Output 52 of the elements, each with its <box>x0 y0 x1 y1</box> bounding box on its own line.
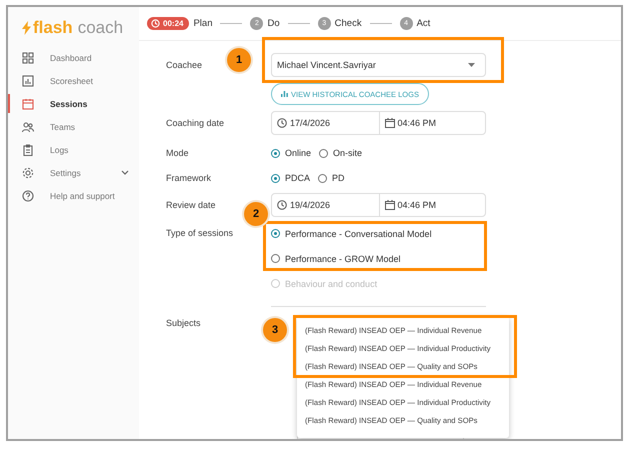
step-label: Plan <box>193 18 212 29</box>
time-value: 04:46 PM <box>398 118 436 128</box>
sidebar-item[interactable]: Scoresheet <box>8 69 139 92</box>
date-value: 19/4/2026 <box>290 200 330 210</box>
clock-icon <box>277 200 287 210</box>
sidebar-item[interactable]: Help and support <box>8 184 139 207</box>
step-label: Act <box>416 18 430 29</box>
help-icon <box>22 190 34 202</box>
field-label: Coachee <box>166 60 204 70</box>
lightning-bolt-icon <box>22 20 31 34</box>
clipboard-icon <box>22 144 34 156</box>
sidebar-item[interactable]: Teams <box>8 115 139 138</box>
field-label: Framework <box>166 173 212 183</box>
calendar-icon <box>22 98 34 110</box>
radio-option[interactable]: Performance - Conversational Model <box>271 221 486 246</box>
timer-badge: 00:24 <box>147 17 190 30</box>
annotation-badge: 1 <box>227 48 251 72</box>
time-value: 04:46 PM <box>398 200 436 210</box>
annotation-badge: 3 <box>263 318 287 342</box>
calendar-icon <box>384 200 394 210</box>
radio-option[interactable]: PDCA <box>271 173 310 183</box>
date-time-field[interactable]: 19/4/2026 04:46 PM <box>271 193 486 217</box>
step-label: Do <box>267 18 280 29</box>
logo-text: flash <box>33 18 73 38</box>
field-label: Coaching date <box>166 118 226 128</box>
chart-icon <box>22 74 34 86</box>
annotation-badge: 2 <box>244 202 268 226</box>
date-time-field[interactable]: 17/4/2026 04:46 PM <box>271 111 486 135</box>
step-label: Check <box>334 18 362 29</box>
radio-option[interactable]: On-site <box>319 148 362 158</box>
coachee-select[interactable]: Michael Vincent.Savriyar <box>271 53 486 77</box>
sidebar-item[interactable]: Settings <box>8 161 139 184</box>
chevron-icon <box>121 170 129 175</box>
radio-option[interactable]: Performance - GROW Model <box>271 246 486 271</box>
field-label: Type of sessions <box>166 228 234 238</box>
sidebar-item[interactable]: Sessions <box>8 92 139 115</box>
field-label: Mode <box>166 148 190 158</box>
radio-option[interactable]: PD <box>318 173 345 183</box>
field-label: Review date <box>166 200 217 210</box>
sidebar-item[interactable]: Dashboard <box>8 46 139 69</box>
people-icon <box>22 120 34 132</box>
clock-icon <box>277 118 287 128</box>
bar-chart-icon <box>281 91 288 97</box>
settings-icon <box>22 166 34 178</box>
calendar-icon <box>384 118 394 128</box>
field-label: Subjects <box>166 318 202 328</box>
date-value: 17/4/2026 <box>290 118 330 128</box>
sidebar-item[interactable]: Logs <box>8 138 139 161</box>
logo-text: coach <box>78 18 124 38</box>
radio-option[interactable]: Online <box>271 148 312 158</box>
dropdown-caret-icon <box>468 63 475 67</box>
dashboard-icon <box>22 52 34 64</box>
